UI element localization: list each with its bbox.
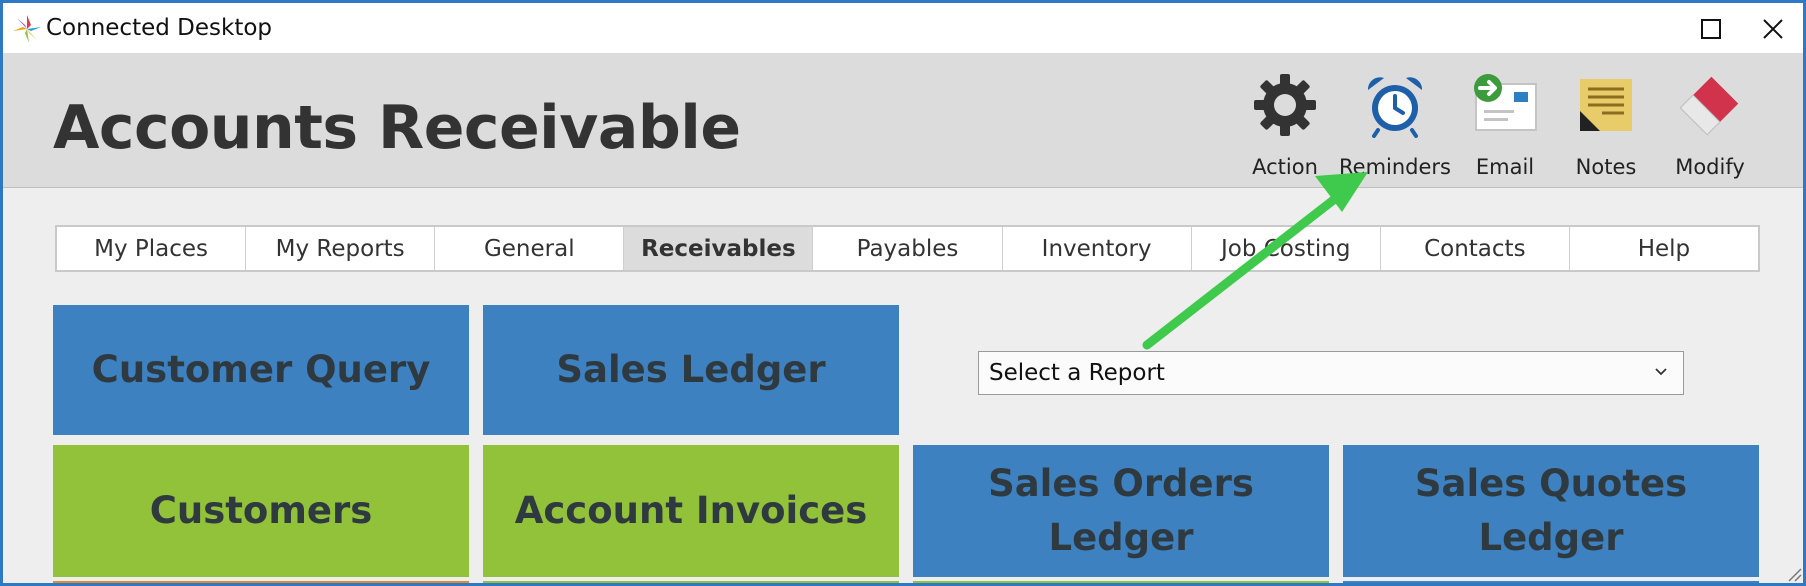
close-icon	[1763, 19, 1783, 39]
close-button[interactable]	[1745, 7, 1801, 51]
title-bar: Connected Desktop	[3, 3, 1803, 53]
sales-orders-ledger-label-line1: Sales Orders	[988, 462, 1254, 506]
alarm-clock-icon	[1367, 77, 1423, 138]
tab-payables[interactable]: Payables	[813, 227, 1003, 270]
email-icon	[1474, 74, 1537, 131]
window-title: Connected Desktop	[46, 15, 273, 41]
sales-quotes-ledger-label-line1: Sales Quotes	[1414, 462, 1688, 506]
report-select-value: Select a Report	[989, 360, 1165, 386]
tab-general[interactable]: General	[435, 227, 625, 270]
tile-row-partial	[1343, 581, 1759, 583]
action-button[interactable]: Action	[1230, 53, 1340, 188]
tab-contacts[interactable]: Contacts	[1381, 227, 1570, 270]
page-header: Accounts Receivable Action Reminders Ema…	[3, 53, 1803, 188]
customer-query-tile[interactable]: Customer Query	[53, 305, 469, 435]
tab-job-costing[interactable]: Job Costing	[1192, 227, 1381, 270]
customers-label: Customers	[149, 489, 373, 533]
sales-quotes-ledger-tile[interactable]: Sales Quotes Ledger	[1343, 445, 1759, 577]
report-select[interactable]: Select a Report	[978, 351, 1684, 395]
tile-row-partial	[53, 581, 469, 583]
page-title: Accounts Receivable	[53, 93, 741, 163]
reminders-button[interactable]: Reminders	[1339, 53, 1451, 188]
tab-help[interactable]: Help	[1570, 227, 1758, 270]
resize-grip-icon[interactable]	[1785, 565, 1803, 583]
tab-inventory[interactable]: Inventory	[1003, 227, 1192, 270]
customers-tile[interactable]: Customers	[53, 445, 469, 577]
sales-orders-ledger-tile[interactable]: Sales Orders Ledger	[913, 445, 1329, 577]
notes-icon	[1580, 79, 1632, 131]
app-logo-icon	[11, 13, 43, 45]
sales-orders-ledger-label-line2: Ledger	[1048, 516, 1194, 559]
maximize-icon	[1701, 19, 1721, 39]
modify-button[interactable]: Modify	[1655, 53, 1765, 188]
modify-label: Modify	[1675, 155, 1745, 179]
tile-row-partial	[913, 581, 1329, 583]
account-invoices-label: Account Invoices	[514, 489, 868, 533]
eraser-icon	[1679, 76, 1739, 136]
tab-my-places[interactable]: My Places	[57, 227, 247, 270]
tab-receivables[interactable]: Receivables	[624, 227, 814, 270]
chevron-down-icon	[1655, 368, 1667, 376]
sales-quotes-ledger-label-line2: Ledger	[1478, 516, 1624, 559]
customer-query-label: Customer Query	[91, 348, 431, 392]
module-tabs: My Places My Reports General Receivables…	[55, 225, 1760, 272]
maximize-button[interactable]	[1683, 7, 1739, 51]
sales-ledger-label: Sales Ledger	[556, 348, 826, 392]
tile-row-partial	[483, 581, 899, 583]
gear-icon	[1254, 74, 1316, 136]
app-window: Connected Desktop Accounts Receivable Ac…	[0, 0, 1806, 586]
account-invoices-tile[interactable]: Account Invoices	[483, 445, 899, 577]
tab-my-reports[interactable]: My Reports	[246, 227, 436, 270]
sales-ledger-tile[interactable]: Sales Ledger	[483, 305, 899, 435]
